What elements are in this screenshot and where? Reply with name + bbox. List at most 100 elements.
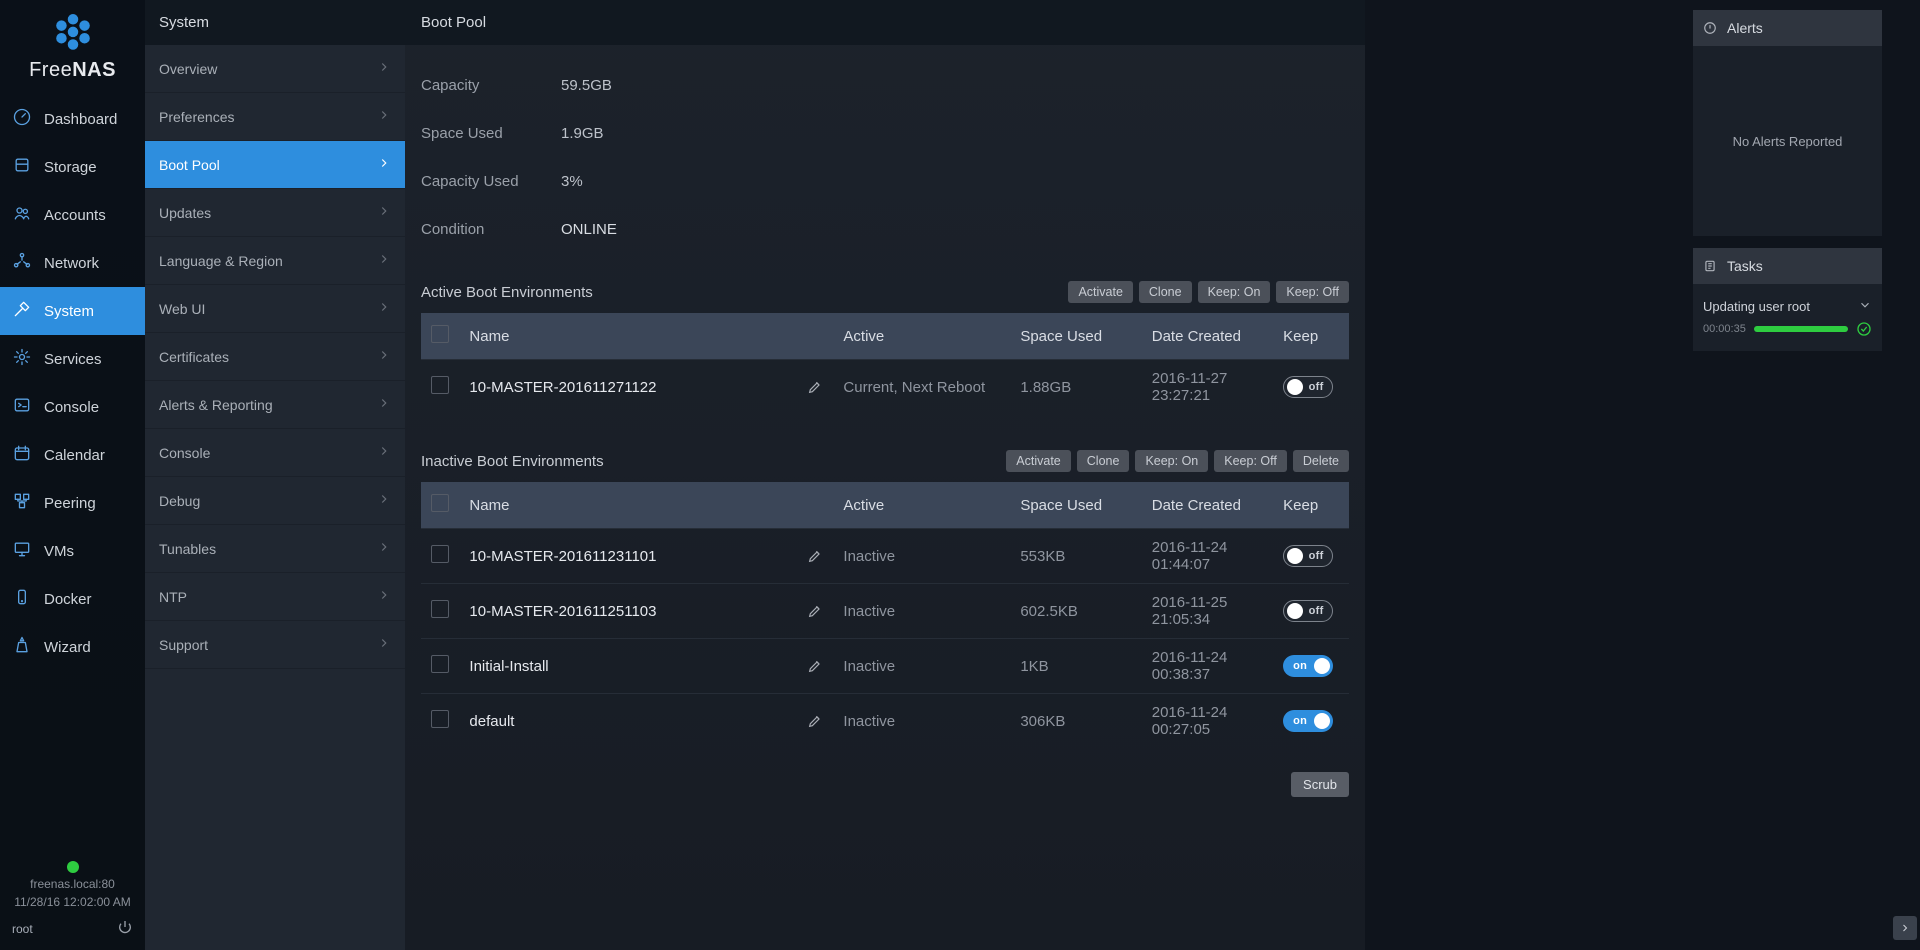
row-date: 2016-11-24 00:27:05 [1142,694,1273,749]
edit-icon[interactable] [807,379,823,395]
nav-item-vms[interactable]: VMs [0,527,145,575]
active-env-table: NameActiveSpace UsedDate CreatedKeep 10-… [421,313,1349,414]
nav-item-label: Console [44,399,99,416]
row-active: Inactive [833,529,1010,584]
power-icon[interactable] [117,919,133,938]
system-icon [12,299,32,323]
prop-key: Capacity Used [421,173,561,190]
col-head-checkbox[interactable] [421,482,459,529]
col-head-space-used[interactable]: Space Used [1010,482,1141,529]
row-checkbox[interactable] [421,694,459,749]
nav-item-label: Network [44,255,99,272]
subnav-item-preferences[interactable]: Preferences [145,93,405,141]
col-head-active[interactable]: Active [833,482,1010,529]
edit-icon[interactable] [807,548,823,564]
pool-prop-space-used: Space Used 1.9GB [421,109,1349,157]
active-keep-on-button[interactable]: Keep: On [1198,281,1271,303]
prop-value: 1.9GB [561,125,604,142]
row-date: 2016-11-27 23:27:21 [1142,360,1273,415]
subnav-item-label: Preferences [159,109,234,125]
pool-properties: Capacity 59.5GBSpace Used 1.9GBCapacity … [405,45,1365,273]
col-head-checkbox[interactable] [421,313,459,360]
keep-toggle[interactable]: on [1283,655,1333,677]
inactive-activate-button[interactable]: Activate [1006,450,1070,472]
collapse-right-button[interactable] [1893,916,1917,940]
nav-item-system[interactable]: System [0,287,145,335]
nav-item-console[interactable]: Console [0,383,145,431]
keep-toggle[interactable]: on [1283,710,1333,732]
chevron-right-icon [377,60,391,77]
subnav-item-label: Console [159,445,210,461]
subnav-item-boot-pool[interactable]: Boot Pool [145,141,405,189]
subnav-item-overview[interactable]: Overview [145,45,405,93]
active-activate-button[interactable]: Activate [1068,281,1132,303]
nav-item-dashboard[interactable]: Dashboard [0,95,145,143]
row-checkbox[interactable] [421,584,459,639]
row-checkbox[interactable] [421,639,459,694]
inactive-clone-button[interactable]: Clone [1077,450,1130,472]
prop-value: ONLINE [561,221,617,238]
right-gutter [1890,0,1920,950]
subnav-item-updates[interactable]: Updates [145,189,405,237]
prop-key: Condition [421,221,561,238]
nav-item-accounts[interactable]: Accounts [0,191,145,239]
chevron-right-icon [377,444,391,461]
page-title: Boot Pool [405,0,1365,45]
row-checkbox[interactable] [421,360,459,415]
nav-item-label: Services [44,351,102,368]
dashboard-icon [12,107,32,131]
chevron-down-icon[interactable] [1858,298,1872,315]
edit-icon[interactable] [807,713,823,729]
subnav-item-ntp[interactable]: NTP [145,573,405,621]
nav-item-calendar[interactable]: Calendar [0,431,145,479]
edit-icon[interactable] [807,603,823,619]
nav-item-wizard[interactable]: Wizard [0,623,145,671]
edit-icon[interactable] [807,658,823,674]
col-head-name[interactable]: Name [459,482,833,529]
keep-toggle[interactable]: off [1283,600,1333,622]
nav-item-label: Calendar [44,447,105,464]
subnav-item-alerts-reporting[interactable]: Alerts & Reporting [145,381,405,429]
docker-icon [12,587,32,611]
inactive-keep-off-button[interactable]: Keep: Off [1214,450,1287,472]
keep-toggle[interactable]: off [1283,376,1333,398]
active-keep-off-button[interactable]: Keep: Off [1276,281,1349,303]
active-clone-button[interactable]: Clone [1139,281,1192,303]
col-head-keep[interactable]: Keep [1273,313,1349,360]
inactive-delete-button[interactable]: Delete [1293,450,1349,472]
prop-key: Space Used [421,125,561,142]
inactive-keep-on-button[interactable]: Keep: On [1135,450,1208,472]
nav-item-docker[interactable]: Docker [0,575,145,623]
col-head-date-created[interactable]: Date Created [1142,482,1273,529]
nav-item-label: VMs [44,543,74,560]
subnav-item-language-region[interactable]: Language & Region [145,237,405,285]
current-user: root [12,922,33,936]
subnav-item-web-ui[interactable]: Web UI [145,285,405,333]
nav-item-services[interactable]: Services [0,335,145,383]
nav-item-peering[interactable]: Peering [0,479,145,527]
nav-item-storage[interactable]: Storage [0,143,145,191]
row-name: 10-MASTER-201611231101 [459,529,833,584]
subnav-item-support[interactable]: Support [145,621,405,669]
subnav-item-console[interactable]: Console [145,429,405,477]
col-head-active[interactable]: Active [833,313,1010,360]
alerts-panel: Alerts No Alerts Reported [1693,10,1882,236]
scrub-button[interactable]: Scrub [1291,772,1349,797]
keep-toggle[interactable]: off [1283,545,1333,567]
subnav-item-label: Web UI [159,301,205,317]
col-head-name[interactable]: Name [459,313,833,360]
nav-item-network[interactable]: Network [0,239,145,287]
col-head-space-used[interactable]: Space Used [1010,313,1141,360]
chevron-right-icon [377,588,391,605]
chevron-right-icon [377,396,391,413]
subnav-item-certificates[interactable]: Certificates [145,333,405,381]
app-root: FreeNAS DashboardStorageAccountsNetworkS… [0,0,1920,950]
col-head-date-created[interactable]: Date Created [1142,313,1273,360]
accounts-icon [12,203,32,227]
col-head-keep[interactable]: Keep [1273,482,1349,529]
subnav-item-debug[interactable]: Debug [145,477,405,525]
subnav-item-tunables[interactable]: Tunables [145,525,405,573]
row-checkbox[interactable] [421,529,459,584]
nav-item-label: Peering [44,495,96,512]
chevron-right-icon [377,540,391,557]
